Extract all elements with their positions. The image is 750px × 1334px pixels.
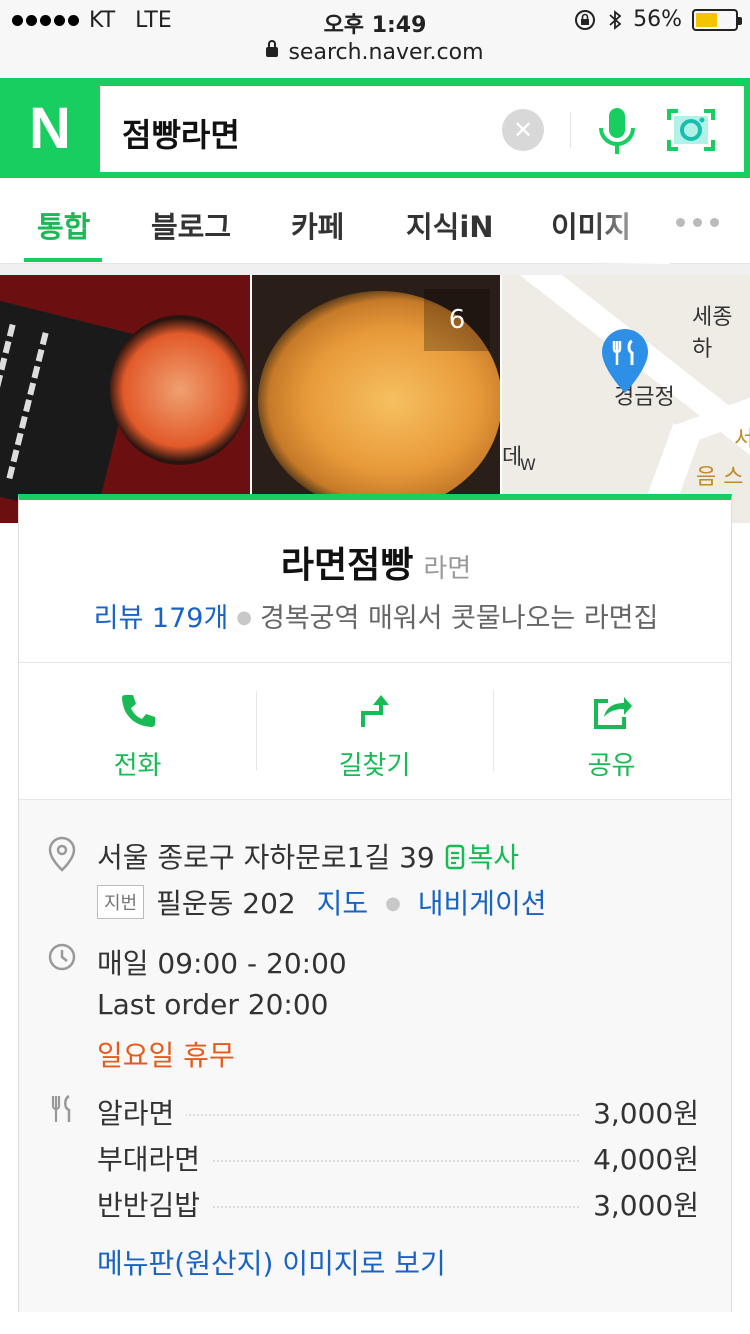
- smart-lens-icon[interactable]: [666, 108, 716, 152]
- rotation-lock-icon: [575, 9, 596, 30]
- menu-item: 알라면 3,000원: [97, 1092, 699, 1132]
- menu-item-name: 반반김밥: [97, 1184, 213, 1224]
- jibun-address: 필운동 202: [156, 887, 296, 920]
- url-bar[interactable]: search.naver.com: [0, 40, 750, 78]
- place-description: 경복궁역 매워서 콧물나오는 라면집: [260, 603, 659, 634]
- clear-icon[interactable]: ✕: [502, 109, 544, 151]
- directions-label: 길찾기: [338, 751, 411, 781]
- microphone-icon[interactable]: [594, 106, 640, 156]
- location-icon: [48, 836, 76, 872]
- battery-fill: [696, 12, 718, 27]
- food-photo-2[interactable]: 6: [252, 275, 500, 523]
- call-button[interactable]: 전화: [19, 663, 256, 799]
- bluetooth-icon: [609, 9, 622, 30]
- navigation-link[interactable]: 내비게이션: [418, 887, 547, 920]
- business-hours: 매일 09:00 - 20:00: [97, 947, 347, 980]
- search-box[interactable]: 점빵라면 ✕: [100, 86, 744, 172]
- tabs-fade: [590, 178, 670, 264]
- more-tabs-icon[interactable]: [676, 218, 719, 227]
- map-thumbnail[interactable]: 세종하 경금정 서 음 스 데 W: [502, 275, 750, 523]
- separator-dot: ●: [385, 893, 401, 914]
- share-button[interactable]: 공유: [493, 663, 730, 799]
- search-input[interactable]: 점빵라면: [122, 110, 240, 156]
- action-bar: 전화 길찾기 공유: [19, 663, 731, 799]
- fork-knife-icon: [51, 1094, 71, 1122]
- tab-cafe[interactable]: 카페: [291, 204, 344, 246]
- photo-strip: 6 세종하 경금정 서 음 스 데 W: [0, 275, 750, 523]
- tab-integrated[interactable]: 통합: [37, 204, 90, 246]
- tab-kin[interactable]: 지식iN: [406, 204, 494, 246]
- separator-dot: ●: [236, 607, 252, 628]
- place-category: 라면: [423, 554, 472, 584]
- url-text: search.naver.com: [288, 40, 484, 65]
- ramen-bowl-graphic: [110, 315, 250, 465]
- search-tabs: 통합 블로그 카페 지식iN 이미지: [0, 178, 750, 264]
- place-card: 라면점빵 라면 리뷰 179개 ● 경복궁역 매워서 콧물나오는 라면집 전화 길찾기…: [18, 494, 732, 1312]
- call-label: 전화: [113, 751, 162, 781]
- share-label: 공유: [587, 751, 636, 781]
- place-name[interactable]: 라면점빵: [281, 545, 413, 586]
- menu-item-name: 알라면: [97, 1092, 187, 1132]
- place-subtitle: 리뷰 179개 ● 경복궁역 매워서 콧물나오는 라면집: [19, 596, 733, 635]
- map-label: 음 스: [696, 465, 744, 490]
- food-photo-1[interactable]: [0, 275, 250, 523]
- active-tab-indicator: [24, 258, 102, 262]
- status-right: 56%: [573, 7, 742, 32]
- map-label: 서: [734, 427, 750, 452]
- photo-count-badge: 6: [424, 289, 490, 351]
- status-bar: KT LTE 오후 1:49 56%: [0, 0, 750, 40]
- battery-icon: [692, 8, 742, 31]
- map-link[interactable]: 지도: [317, 887, 369, 920]
- restaurant-pin-icon: [602, 329, 648, 393]
- directions-icon: [361, 695, 389, 727]
- directions-button[interactable]: 길찾기: [256, 663, 493, 799]
- holiday-notice: 일요일 휴무: [97, 1039, 235, 1072]
- jibun-tag: 지번: [97, 885, 145, 919]
- menu-item-name: 부대라면: [97, 1138, 213, 1178]
- menu-item: 반반김밥 3,000원: [97, 1184, 699, 1224]
- place-details: 서울 종로구 자하문로1길 39 복사 지번 필운동 202 지도 ● 내비게이션…: [19, 799, 731, 1312]
- menu-item-price: 3,000원: [581, 1184, 699, 1224]
- search-header: N 점빵라면 ✕: [0, 78, 750, 178]
- menu-item-price: 4,000원: [581, 1138, 699, 1178]
- jibun-row: 지번 필운동 202 지도 ● 내비게이션: [97, 882, 547, 923]
- road-address: 서울 종로구 자하문로1길 39: [97, 841, 435, 874]
- naver-logo[interactable]: N: [0, 78, 100, 178]
- copy-label: 복사: [467, 841, 520, 874]
- lock-icon: [266, 40, 279, 57]
- last-order: Last order 20:00: [97, 988, 329, 1021]
- clock-icon: [48, 943, 76, 971]
- review-link[interactable]: 리뷰 179개: [94, 603, 229, 634]
- map-label: 세종하: [692, 305, 733, 362]
- copy-button[interactable]: 복사: [444, 841, 520, 874]
- battery-percent: 56%: [633, 7, 682, 32]
- place-title-row: 라면점빵 라면: [19, 536, 733, 588]
- section-gap: [0, 264, 750, 275]
- share-icon: [594, 697, 632, 729]
- map-label: W: [520, 455, 536, 474]
- address-row: 서울 종로구 자하문로1길 39 복사: [97, 836, 519, 876]
- phone-icon: [122, 695, 155, 727]
- copy-icon: [445, 844, 464, 870]
- divider: [570, 112, 571, 148]
- menu-image-link[interactable]: 메뉴판(원산지) 이미지로 보기: [97, 1242, 446, 1282]
- menu-item: 부대라면 4,000원: [97, 1138, 699, 1178]
- menu-item-price: 3,000원: [581, 1092, 699, 1132]
- tab-blog[interactable]: 블로그: [151, 204, 231, 246]
